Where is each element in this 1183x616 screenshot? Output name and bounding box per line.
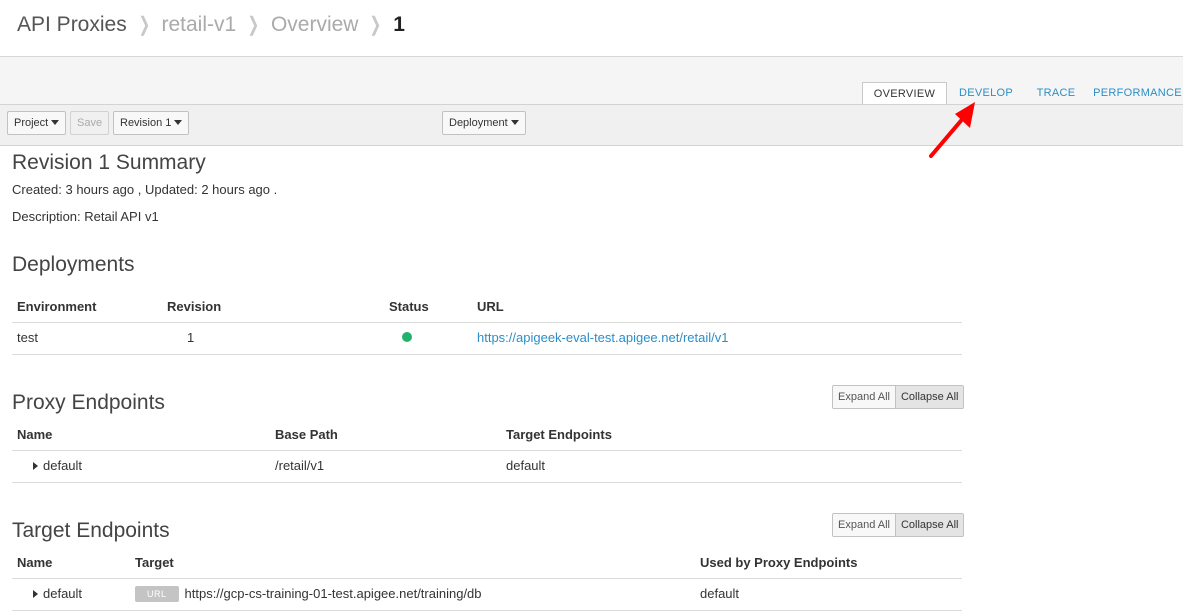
deployment-revision: 1: [187, 330, 195, 345]
chevron-right-icon: ❯: [247, 14, 260, 36]
red-arrow-icon: [929, 102, 975, 158]
breadcrumb: API Proxies ❯ retail-v1 ❯ Overview ❯ 1: [17, 12, 405, 37]
column-header-status: Status: [389, 299, 429, 314]
expand-all-button[interactable]: Expand All: [833, 514, 895, 536]
target-endpoint-target: URL https://gcp-cs-training-01-test.apige…: [135, 586, 482, 602]
project-label: Project: [14, 117, 49, 129]
divider: [12, 322, 962, 323]
revision-label: Revision 1: [120, 117, 172, 129]
breadcrumb-revision: 1: [393, 12, 405, 36]
column-header-name: Name: [17, 427, 53, 442]
proxy-endpoints-title: Proxy Endpoints: [12, 391, 165, 414]
summary-title: Revision 1 Summary: [12, 151, 206, 174]
target-endpoints-title: Target Endpoints: [12, 519, 170, 542]
caret-down-icon: [174, 120, 183, 125]
column-header-environment: Environment: [17, 299, 97, 314]
deployment-dropdown[interactable]: Deployment: [442, 111, 526, 135]
divider: [12, 578, 962, 579]
caret-right-icon: [33, 462, 38, 470]
proxy-endpoint-name: default: [43, 458, 83, 473]
deployment-environment: test: [17, 330, 38, 345]
status-dot-icon: [402, 332, 412, 342]
project-dropdown[interactable]: Project: [7, 111, 67, 135]
breadcrumb-api-proxies[interactable]: API Proxies: [17, 13, 127, 37]
proxy-endpoint-row-toggle[interactable]: default: [33, 458, 82, 473]
divider: [12, 610, 962, 611]
deployment-url-link[interactable]: https://apigeek-eval-test.apigee.net/ret…: [477, 330, 728, 345]
breadcrumb-overview[interactable]: Overview: [271, 13, 359, 37]
divider: [12, 482, 962, 483]
target-endpoint-row-toggle[interactable]: default: [33, 586, 82, 601]
summary-description: Description: Retail API v1: [12, 209, 159, 224]
column-header-target-endpoints: Target Endpoints: [506, 427, 612, 442]
caret-down-icon: [51, 120, 60, 125]
divider: [12, 354, 962, 355]
save-button[interactable]: Save: [70, 111, 110, 135]
tab-trace[interactable]: TRACE: [1030, 82, 1082, 105]
column-header-base-path: Base Path: [275, 427, 338, 442]
column-header-revision: Revision: [167, 299, 222, 314]
breadcrumb-proxy[interactable]: retail-v1: [161, 13, 236, 37]
column-header-target: Target: [135, 555, 174, 570]
divider: [12, 450, 962, 451]
target-endpoints-expand-group: Expand All Collapse All: [832, 513, 965, 537]
target-endpoint-name: default: [43, 586, 83, 601]
deployment-label: Deployment: [449, 117, 508, 129]
caret-right-icon: [33, 590, 38, 598]
caret-down-icon: [510, 120, 519, 125]
deployments-title: Deployments: [12, 253, 135, 276]
column-header-used-by: Used by Proxy Endpoints: [700, 555, 858, 570]
collapse-all-button[interactable]: Collapse All: [894, 386, 964, 408]
revision-dropdown[interactable]: Revision 1: [113, 111, 190, 135]
expand-all-button[interactable]: Expand All: [833, 386, 895, 408]
column-header-url: URL: [477, 299, 504, 314]
proxy-endpoint-base-path: /retail/v1: [275, 458, 325, 473]
proxy-endpoints-expand-group: Expand All Collapse All: [832, 385, 965, 409]
summary-created: Created: 3 hours ago , Updated: 2 hours …: [12, 182, 278, 197]
proxy-endpoint-targets: default: [506, 458, 546, 473]
tab-performance[interactable]: PERFORMANCE: [1092, 82, 1183, 105]
column-header-name: Name: [17, 555, 53, 570]
target-endpoint-url: https://gcp-cs-training-01-test.apigee.n…: [184, 586, 482, 601]
chevron-right-icon: ❯: [369, 14, 382, 36]
url-badge: URL: [135, 586, 179, 602]
chevron-right-icon: ❯: [138, 14, 150, 36]
target-endpoint-used-by: default: [700, 586, 740, 601]
collapse-all-button[interactable]: Collapse All: [894, 514, 964, 536]
page-header: API Proxies ❯ retail-v1 ❯ Overview ❯ 1: [0, 0, 1183, 57]
